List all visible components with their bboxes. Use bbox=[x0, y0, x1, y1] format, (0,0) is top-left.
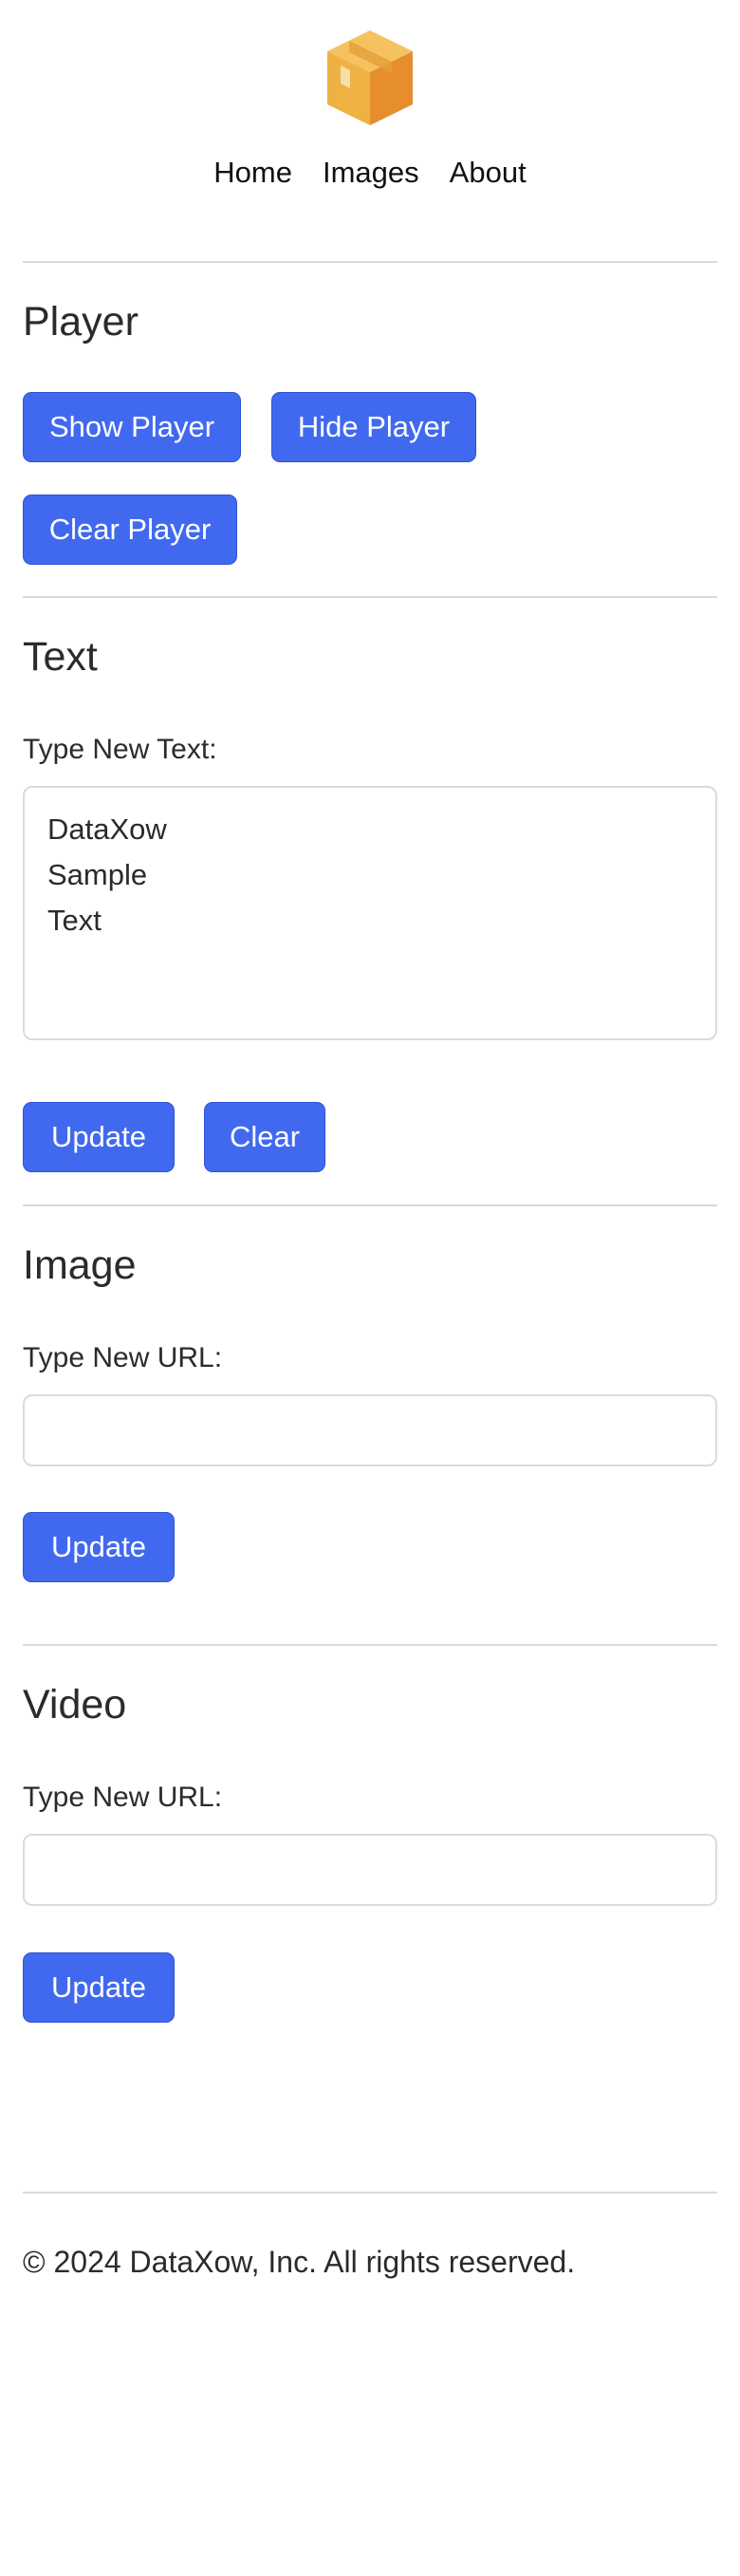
show-player-button[interactable]: Show Player bbox=[23, 392, 241, 462]
text-input-area[interactable]: DataXow Sample Text bbox=[23, 786, 717, 1040]
divider bbox=[23, 2192, 717, 2193]
divider bbox=[23, 1644, 717, 1646]
divider bbox=[23, 596, 717, 598]
hide-player-button[interactable]: Hide Player bbox=[271, 392, 476, 462]
footer-copyright: © 2024 DataXow, Inc. All rights reserved… bbox=[23, 2245, 576, 2279]
clear-player-button[interactable]: Clear Player bbox=[23, 495, 237, 565]
video-url-label: Type New URL: bbox=[23, 1782, 223, 1813]
video-update-button[interactable]: Update bbox=[23, 1952, 175, 2023]
video-url-input[interactable] bbox=[23, 1834, 717, 1906]
text-update-button[interactable]: Update bbox=[23, 1102, 175, 1172]
page: Home Images About Player Show Player Hid… bbox=[0, 0, 740, 2576]
video-section-title: Video bbox=[23, 1682, 127, 1727]
nav-home-link[interactable]: Home bbox=[213, 158, 292, 187]
image-update-button[interactable]: Update bbox=[23, 1512, 175, 1582]
nav-images-link[interactable]: Images bbox=[323, 158, 419, 187]
nav-about-link[interactable]: About bbox=[450, 158, 527, 187]
image-section-title: Image bbox=[23, 1242, 137, 1288]
text-field-label: Type New Text: bbox=[23, 734, 217, 765]
main-nav: Home Images About bbox=[0, 158, 740, 187]
player-section-title: Player bbox=[23, 299, 139, 345]
image-url-input[interactable] bbox=[23, 1394, 717, 1466]
divider bbox=[23, 261, 717, 263]
package-box-icon[interactable] bbox=[327, 30, 413, 125]
image-url-label: Type New URL: bbox=[23, 1342, 223, 1373]
text-clear-button[interactable]: Clear bbox=[204, 1102, 325, 1172]
text-section-title: Text bbox=[23, 634, 98, 680]
divider bbox=[23, 1204, 717, 1206]
